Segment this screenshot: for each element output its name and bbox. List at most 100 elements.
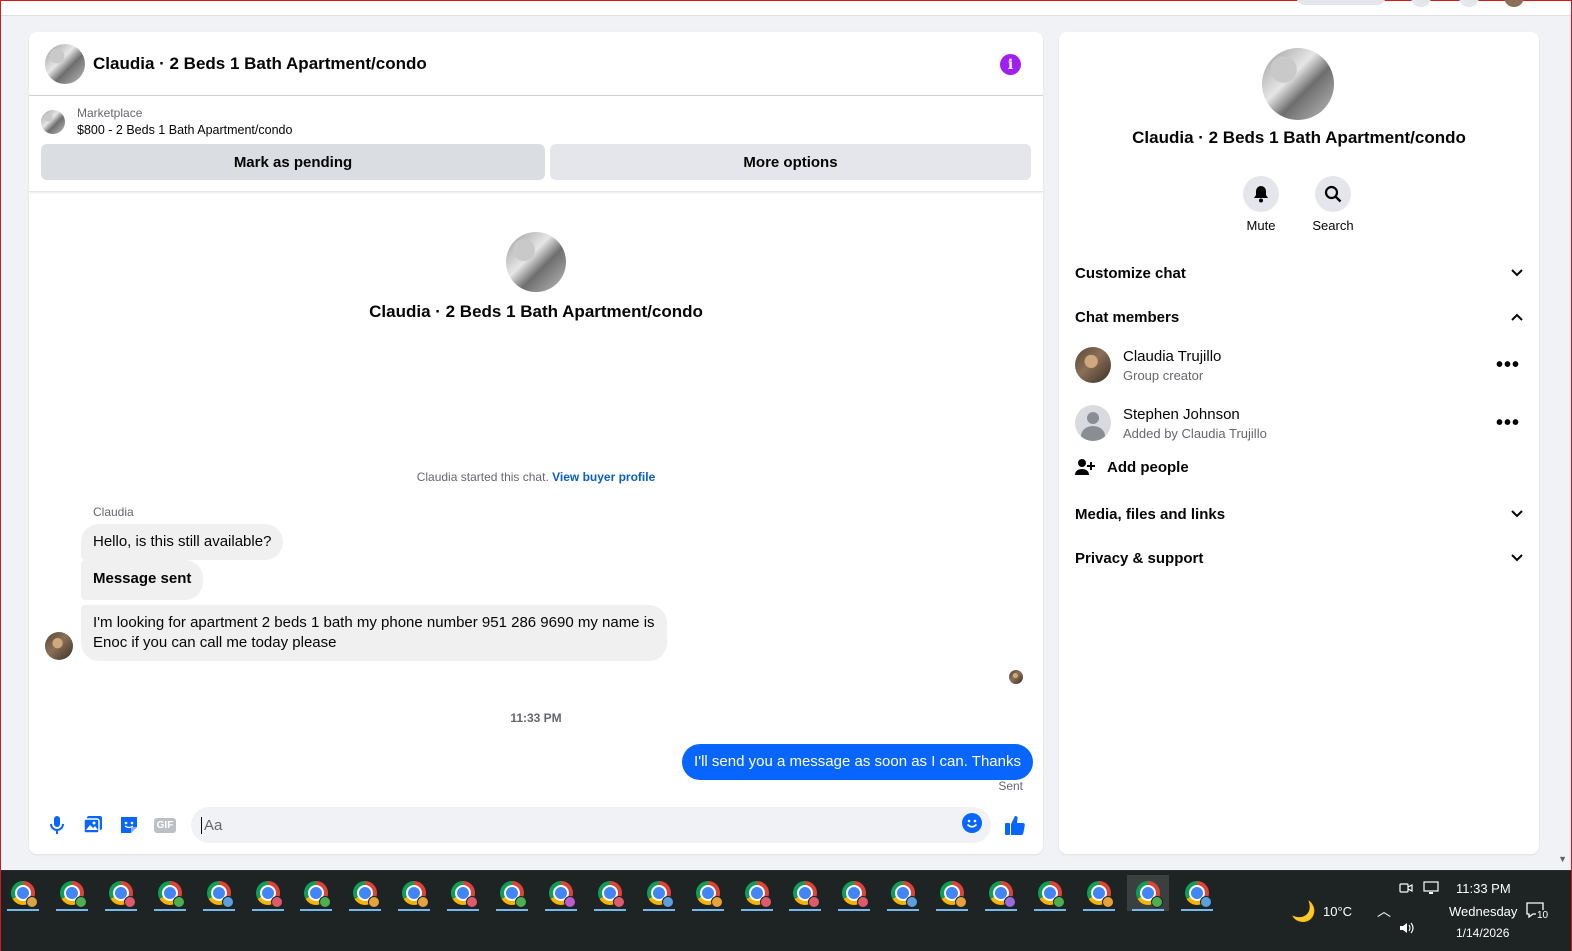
meet-icon[interactable] [1399,881,1413,898]
incoming-message[interactable]: I'm looking for apartment 2 beds 1 bath … [81,605,667,661]
taskbar-chrome-app[interactable] [931,875,973,911]
clock-time[interactable]: 11:33 PM [1456,881,1511,896]
chrome-icon [11,881,38,908]
outgoing-message[interactable]: I'll send you a message as soon as I can… [682,744,1033,780]
thread-avatar[interactable] [506,232,566,292]
taskbar-chrome-app[interactable] [149,875,191,911]
incoming-message[interactable]: Hello, is this still available? [81,524,284,560]
listing-description[interactable]: $800 - 2 Beds 1 Bath Apartment/condo [77,123,292,137]
chevron-up-icon[interactable]: ︿ [1377,901,1391,921]
mark-as-pending-button[interactable]: Mark as pending [41,144,545,180]
profile-avatar[interactable] [1504,0,1524,7]
top-nav-button[interactable] [1411,0,1431,7]
taskbar-chrome-app[interactable] [1078,875,1120,911]
thread-intro: Claudia · 2 Beds 1 Bath Apartment/condo [29,232,1043,322]
member-avatar[interactable] [1075,347,1111,383]
search-action[interactable]: Search [1303,176,1363,233]
taskbar-chrome-app[interactable] [540,875,582,911]
message-input[interactable] [201,816,961,834]
bell-icon[interactable] [1243,176,1279,212]
notifications-icon[interactable]: 10 [1525,901,1550,922]
chat-members-label: Chat members [1075,308,1180,326]
chevron-down-icon [1511,269,1523,277]
taskbar-chrome-app[interactable] [51,875,93,911]
taskbar-chrome-app[interactable] [687,875,729,911]
scrollbar-down-arrow[interactable]: ▼ [1558,854,1567,864]
taskbar-chrome-app[interactable] [980,875,1022,911]
customize-chat-section[interactable]: Customize chat [1075,261,1523,285]
details-avatar[interactable] [1262,48,1334,120]
chrome-icon [548,881,576,908]
chevron-down-icon [1511,510,1523,518]
member-name[interactable]: Claudia Trujillo [1123,348,1493,365]
top-nav-pill[interactable] [1296,0,1386,5]
taskbar-chrome-app[interactable] [589,875,631,911]
chat-members-section[interactable]: Chat members [1075,305,1523,329]
info-icon[interactable]: i [1000,54,1021,75]
more-options-icon[interactable]: ••• [1493,354,1523,377]
taskbar-chrome-app[interactable] [882,875,924,911]
privacy-support-section[interactable]: Privacy & support [1075,546,1523,570]
gif-icon[interactable]: GIF [147,807,183,843]
taskbar-chrome-app[interactable] [1126,875,1169,911]
read-receipt-avatar [1009,670,1023,684]
sender-avatar[interactable] [45,632,73,660]
microphone-icon[interactable] [39,807,75,843]
chrome-icon [59,881,87,908]
incoming-message[interactable]: Message sent [81,560,204,600]
chrome-icon [940,881,968,908]
taskbar-chrome-app[interactable] [100,875,142,911]
member-name[interactable]: Stephen Johnson [1123,406,1493,423]
sticker-icon[interactable] [111,807,147,843]
media-files-links-section[interactable]: Media, files and links [1075,502,1523,526]
taskbar-chrome-app[interactable] [295,875,337,911]
taskbar-chrome-app[interactable] [1176,875,1218,911]
chrome-icon [744,881,772,908]
taskbar-chrome-app[interactable] [784,875,826,911]
taskbar-chrome-app[interactable] [638,875,680,911]
taskbar-chrome-app[interactable] [2,875,44,911]
clock-day[interactable]: Wednesday [1449,904,1517,919]
thumbs-up-icon[interactable] [997,807,1033,843]
thread-intro-name: Claudia · 2 Beds 1 Bath Apartment/condo [369,302,703,321]
top-nav-button[interactable] [1459,0,1479,7]
chrome-icon [157,881,185,908]
weather-moon-icon[interactable]: 🌙 [1291,899,1316,924]
chrome-icon [353,881,381,908]
view-buyer-profile-link[interactable]: View buyer profile [552,470,655,484]
mute-label: Mute [1246,218,1276,233]
taskbar-chrome-app[interactable] [736,875,778,911]
message-composer: GIF [29,804,1043,846]
volume-icon[interactable] [1399,921,1415,938]
customize-chat-label: Customize chat [1075,264,1186,282]
weather-temperature[interactable]: 10°C [1323,904,1352,919]
chrome-icon [989,881,1016,908]
chat-avatar[interactable] [45,43,85,84]
listing-thumbnail[interactable] [41,109,65,134]
add-people-button[interactable]: Add people [1075,458,1189,476]
chrome-icon [108,881,136,908]
member-role: Group creator [1123,367,1204,383]
chat-title[interactable]: Claudia · 2 Beds 1 Bath Apartment/condo [93,54,427,74]
taskbar-chrome-app[interactable] [198,875,240,911]
more-options-button[interactable]: More options [550,144,1031,180]
taskbar-chrome-app[interactable] [491,875,533,911]
emoji-icon[interactable] [961,812,983,839]
clock-date[interactable]: 1/14/2026 [1456,926,1509,940]
photo-attach-icon[interactable] [75,807,111,843]
member-row[interactable]: Claudia Trujillo Group creator ••• [1075,345,1523,385]
member-row[interactable]: Stephen Johnson Added by Claudia Trujill… [1075,403,1523,443]
search-icon[interactable] [1315,176,1351,212]
default-avatar-icon[interactable] [1075,405,1111,441]
chat-panel: Claudia · 2 Beds 1 Bath Apartment/condo … [29,32,1043,854]
network-icon[interactable] [1423,881,1439,898]
chrome-icon [1037,881,1065,908]
taskbar-chrome-app[interactable] [247,875,289,911]
more-options-icon[interactable]: ••• [1493,412,1523,435]
taskbar-chrome-app[interactable] [833,875,875,911]
taskbar-chrome-app[interactable] [442,875,484,911]
mute-action[interactable]: Mute [1231,176,1291,233]
taskbar-chrome-app[interactable] [1029,875,1071,911]
taskbar-chrome-app[interactable] [344,875,386,911]
taskbar-chrome-app[interactable] [393,875,435,911]
